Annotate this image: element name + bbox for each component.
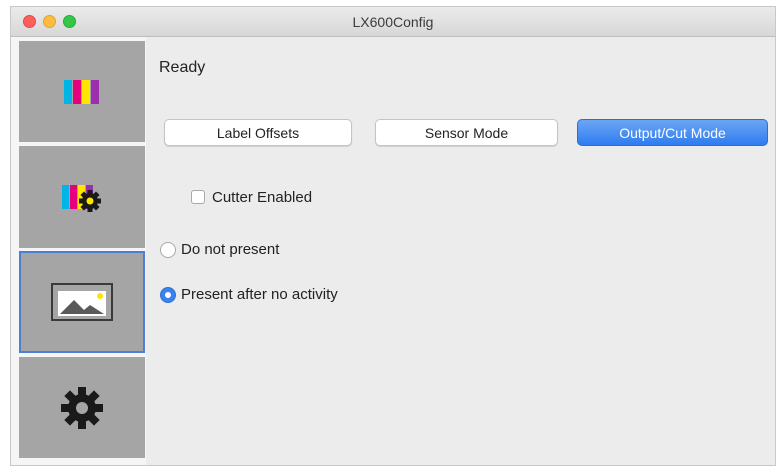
color-bars-icon (64, 79, 99, 104)
cutter-enabled-label: Cutter Enabled (212, 189, 313, 206)
window-title: LX600Config (352, 14, 434, 30)
main-content: Ready Label Offsets Sensor Mode Output/C… (146, 37, 775, 465)
present-after-no-activity-radio[interactable] (160, 287, 176, 303)
sidebar-item-colors[interactable] (19, 41, 145, 142)
status-text: Ready (159, 59, 206, 76)
sensor-mode-button[interactable]: Sensor Mode (375, 119, 558, 146)
title-bar: LX600Config (11, 7, 775, 37)
sidebar-item-output[interactable] (19, 251, 145, 353)
present-after-no-activity-label: Present after no activity (181, 286, 338, 303)
sidebar (11, 37, 146, 465)
output-cut-mode-button[interactable]: Output/Cut Mode (577, 119, 768, 146)
do-not-present-radio[interactable] (160, 242, 176, 258)
label-image-icon (51, 283, 113, 321)
sidebar-item-settings[interactable] (19, 357, 145, 458)
app-window: LX600Config Ready Label Offsets Sensor M… (10, 6, 776, 466)
do-not-present-label: Do not present (181, 241, 280, 258)
sidebar-item-color-settings[interactable] (19, 146, 145, 248)
label-offsets-button[interactable]: Label Offsets (164, 119, 352, 146)
cutter-enabled-checkbox[interactable] (191, 190, 205, 204)
color-bars-gear-icon (62, 185, 101, 212)
gear-icon (61, 386, 103, 429)
radio-selected-dot (165, 292, 171, 298)
